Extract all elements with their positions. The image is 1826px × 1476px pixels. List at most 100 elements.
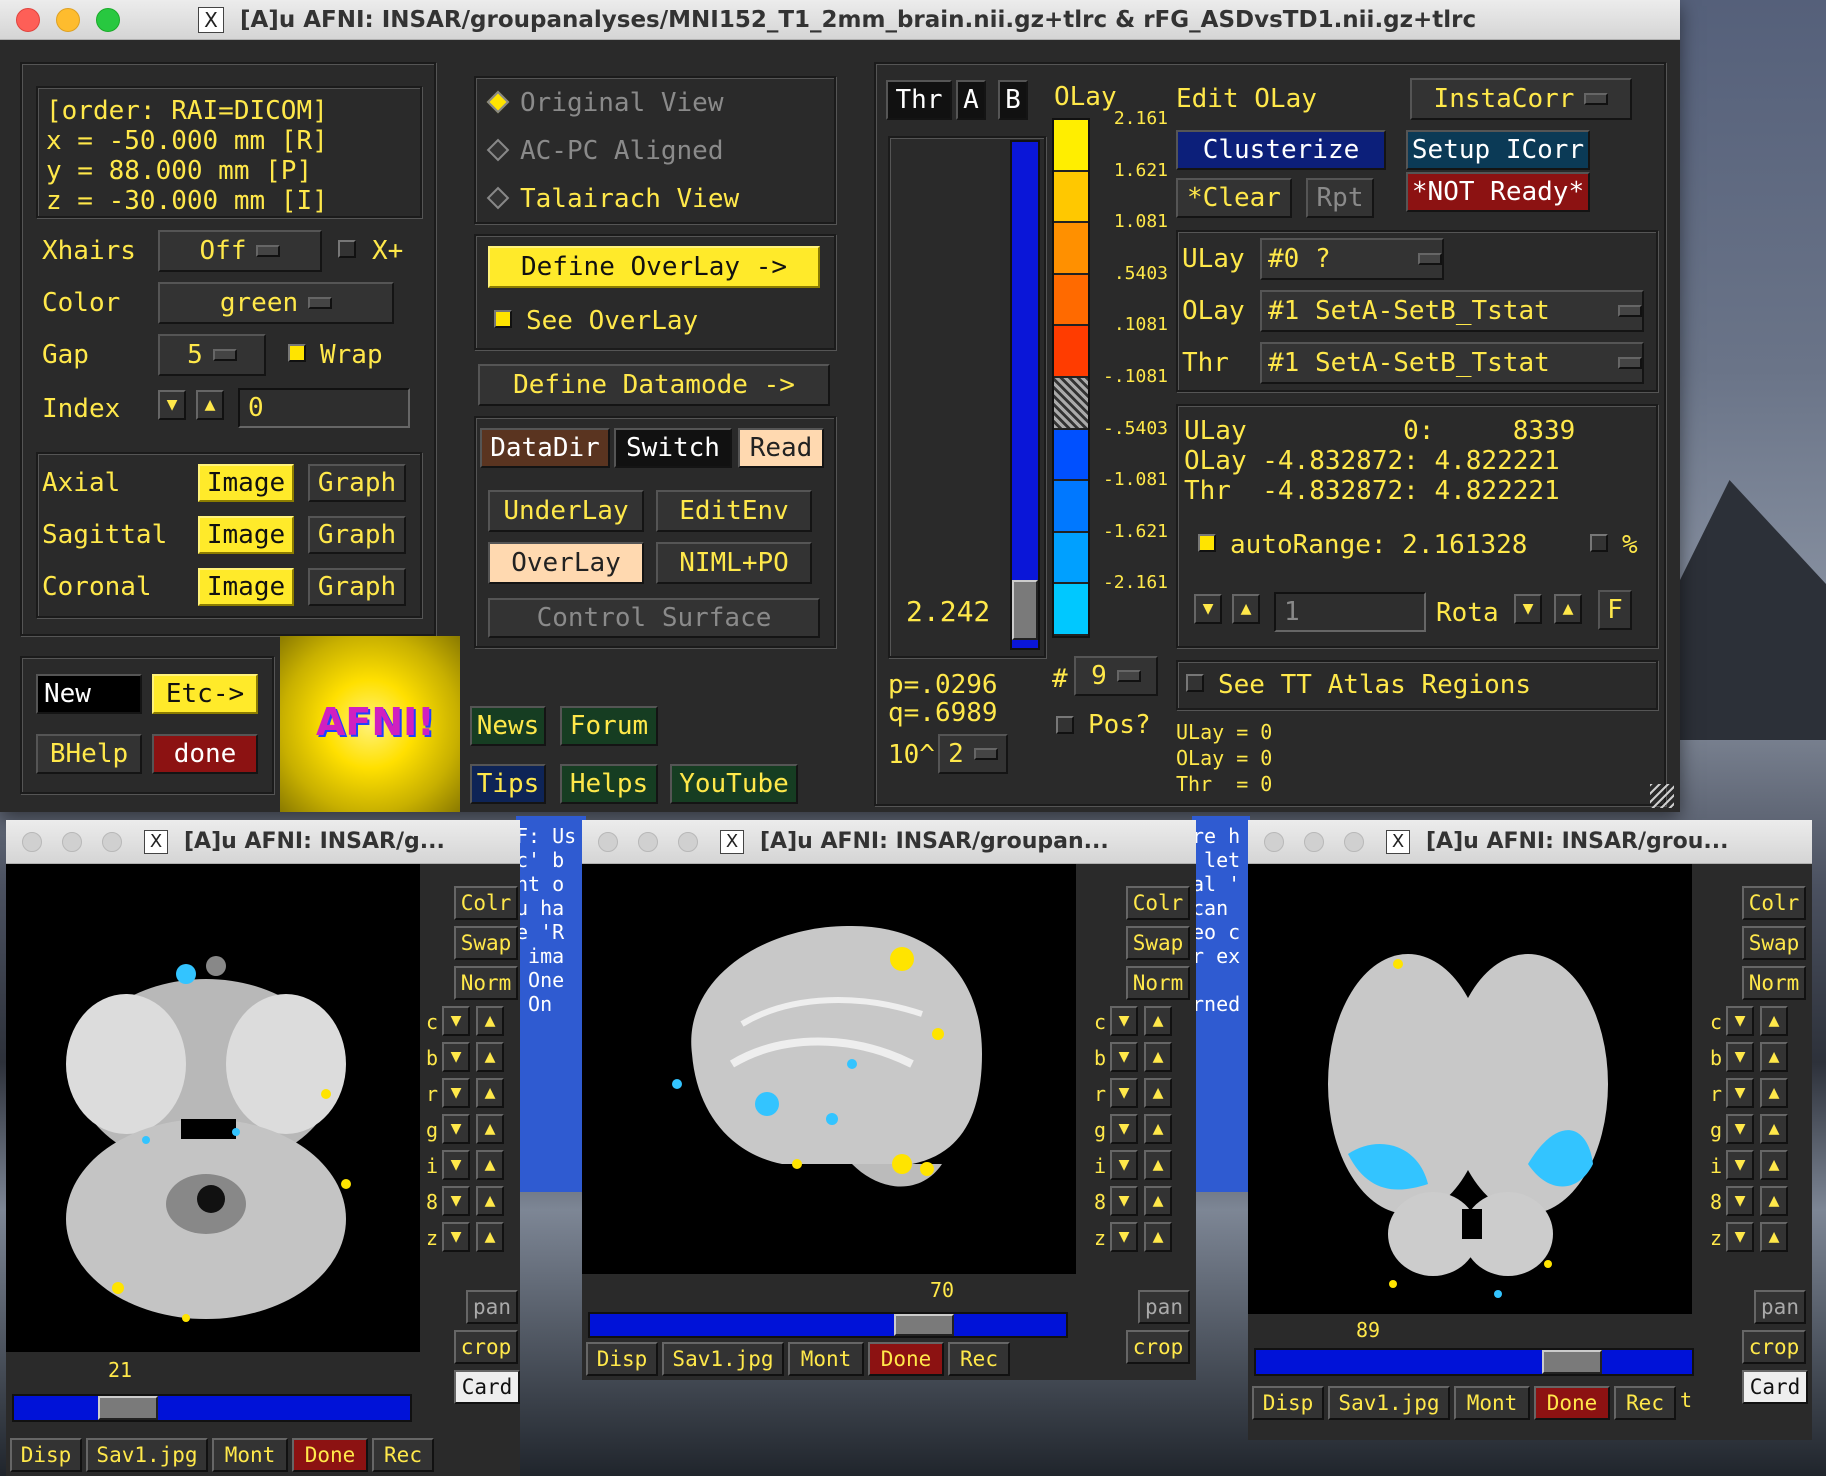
side-up-arrow[interactable]: ▲: [1760, 1006, 1788, 1036]
side-up-arrow[interactable]: ▲: [476, 1114, 504, 1144]
setup-icorr-button[interactable]: Setup ICorr: [1406, 130, 1590, 170]
side-up-arrow[interactable]: ▲: [1144, 1114, 1172, 1144]
sagittal-mont-button[interactable]: Mont: [788, 1342, 864, 1376]
side-down-arrow[interactable]: ▼: [1110, 1006, 1138, 1036]
forum-button[interactable]: Forum: [560, 706, 658, 746]
coronal-slider-knob[interactable]: [1541, 1350, 1602, 1374]
coronal-swap-button[interactable]: Swap: [1742, 926, 1806, 960]
minimize-button[interactable]: [56, 8, 80, 32]
side-down-arrow[interactable]: ▼: [1726, 1186, 1754, 1216]
coronal-image[interactable]: [1248, 864, 1692, 1314]
side-up-arrow[interactable]: ▲: [476, 1006, 504, 1036]
axial-viewer-title-bar[interactable]: X [A]u AFNI: INSAR/g...: [6, 820, 520, 864]
thr-a-button[interactable]: A: [956, 80, 986, 120]
sagittal-disp-button[interactable]: Disp: [586, 1342, 658, 1376]
thr-b-button[interactable]: B: [998, 80, 1028, 120]
side-up-arrow[interactable]: ▲: [1144, 1006, 1172, 1036]
axial-image[interactable]: [6, 864, 420, 1352]
gap-menu[interactable]: 5: [158, 334, 266, 376]
side-up-arrow[interactable]: ▲: [476, 1186, 504, 1216]
axial-swap-button[interactable]: Swap: [454, 926, 518, 960]
sagittal-done-button[interactable]: Done: [868, 1342, 944, 1376]
zoom-button[interactable]: [96, 8, 120, 32]
thr-button[interactable]: Thr: [886, 80, 952, 120]
index-up-arrow[interactable]: ▲: [196, 390, 224, 420]
side-down-arrow[interactable]: ▼: [1110, 1078, 1138, 1108]
axial-norm-button[interactable]: Norm: [454, 966, 518, 1000]
switch-button[interactable]: Switch: [614, 428, 732, 468]
percent-checkbox[interactable]: [1590, 534, 1608, 552]
side-up-arrow[interactable]: ▲: [1760, 1114, 1788, 1144]
rpt-button[interactable]: Rpt: [1306, 178, 1374, 218]
editenv-button[interactable]: EditEnv: [656, 490, 812, 532]
afni-logo[interactable]: AFNI!: [280, 636, 460, 812]
axial-done-button[interactable]: Done: [292, 1438, 368, 1472]
sagittal-pan-button[interactable]: pan: [1138, 1290, 1190, 1324]
coronal-disp-button[interactable]: Disp: [1252, 1386, 1324, 1420]
coronal-minimize[interactable]: [1304, 832, 1324, 852]
news-button[interactable]: News: [470, 706, 546, 746]
youtube-button[interactable]: YouTube: [670, 764, 798, 804]
sagittal-graph-button[interactable]: Graph: [308, 516, 406, 554]
done-button[interactable]: done: [152, 734, 258, 774]
xhairs-menu[interactable]: Off: [158, 230, 322, 272]
xplus-checkbox[interactable]: [338, 240, 356, 258]
coronal-colr-button[interactable]: Colr: [1742, 886, 1806, 920]
sagittal-rec-button[interactable]: Rec: [948, 1342, 1010, 1376]
resize-grip[interactable]: [1650, 784, 1674, 808]
index-field[interactable]: 0: [238, 388, 410, 428]
clusterize-button[interactable]: Clusterize: [1176, 130, 1386, 170]
side-up-arrow[interactable]: ▲: [1760, 1222, 1788, 1252]
coronal-done-button[interactable]: Done: [1534, 1386, 1610, 1420]
sagittal-slider-knob[interactable]: [893, 1314, 954, 1336]
coronal-slice-slider[interactable]: [1254, 1348, 1694, 1376]
side-down-arrow[interactable]: ▼: [442, 1150, 470, 1180]
side-down-arrow[interactable]: ▼: [442, 1222, 470, 1252]
side-up-arrow[interactable]: ▲: [476, 1042, 504, 1072]
coronal-crop-button[interactable]: crop: [1742, 1330, 1806, 1364]
datadir-button[interactable]: DataDir: [480, 428, 610, 468]
side-down-arrow[interactable]: ▼: [1726, 1114, 1754, 1144]
side-down-arrow[interactable]: ▼: [1726, 1150, 1754, 1180]
side-up-arrow[interactable]: ▲: [1760, 1186, 1788, 1216]
axial-colr-button[interactable]: Colr: [454, 886, 518, 920]
pow-menu[interactable]: 2: [938, 734, 1008, 774]
coronal-close[interactable]: [1264, 832, 1284, 852]
side-up-arrow[interactable]: ▲: [1144, 1222, 1172, 1252]
side-down-arrow[interactable]: ▼: [1726, 1222, 1754, 1252]
autorange-checkbox[interactable]: [1198, 534, 1216, 552]
sagittal-image[interactable]: [582, 864, 1076, 1274]
axial-card-button[interactable]: Card: [454, 1370, 520, 1404]
axial-mont-button[interactable]: Mont: [212, 1438, 288, 1472]
olay-menu[interactable]: #1 SetA-SetB_Tstat: [1260, 290, 1644, 332]
bhelp-button[interactable]: BHelp: [36, 734, 142, 774]
side-up-arrow[interactable]: ▲: [1760, 1078, 1788, 1108]
side-down-arrow[interactable]: ▼: [1110, 1042, 1138, 1072]
side-up-arrow[interactable]: ▲: [476, 1078, 504, 1108]
clear-button[interactable]: *Clear: [1176, 178, 1292, 218]
axial-image-button[interactable]: Image: [198, 464, 294, 502]
see-overlay-checkbox[interactable]: [494, 310, 512, 328]
coronal-norm-button[interactable]: Norm: [1742, 966, 1806, 1000]
talairach-view-label[interactable]: Talairach View: [520, 186, 739, 212]
sagittal-norm-button[interactable]: Norm: [1126, 966, 1190, 1000]
side-down-arrow[interactable]: ▼: [1726, 1006, 1754, 1036]
side-up-arrow[interactable]: ▲: [476, 1222, 504, 1252]
side-up-arrow[interactable]: ▲: [1144, 1186, 1172, 1216]
see-tt-checkbox[interactable]: [1186, 674, 1204, 692]
original-view-label[interactable]: Original View: [520, 90, 724, 116]
sagittal-close[interactable]: [598, 832, 618, 852]
axial-slice-slider[interactable]: [12, 1394, 412, 1422]
rota-up-arrow[interactable]: ▲: [1554, 594, 1582, 624]
sagittal-crop-button[interactable]: crop: [1126, 1330, 1190, 1364]
side-up-arrow[interactable]: ▲: [1144, 1078, 1172, 1108]
sagittal-swap-button[interactable]: Swap: [1126, 926, 1190, 960]
coronal-mont-button[interactable]: Mont: [1454, 1386, 1530, 1420]
tips-button[interactable]: Tips: [470, 764, 546, 804]
coronal-graph-button[interactable]: Graph: [308, 568, 406, 606]
wrap-checkbox[interactable]: [288, 344, 306, 362]
axial-disp-button[interactable]: Disp: [10, 1438, 82, 1472]
define-datamode-button[interactable]: Define Datamode ->: [478, 364, 830, 406]
coronal-rec-button[interactable]: Rec: [1614, 1386, 1676, 1420]
side-up-arrow[interactable]: ▲: [476, 1150, 504, 1180]
